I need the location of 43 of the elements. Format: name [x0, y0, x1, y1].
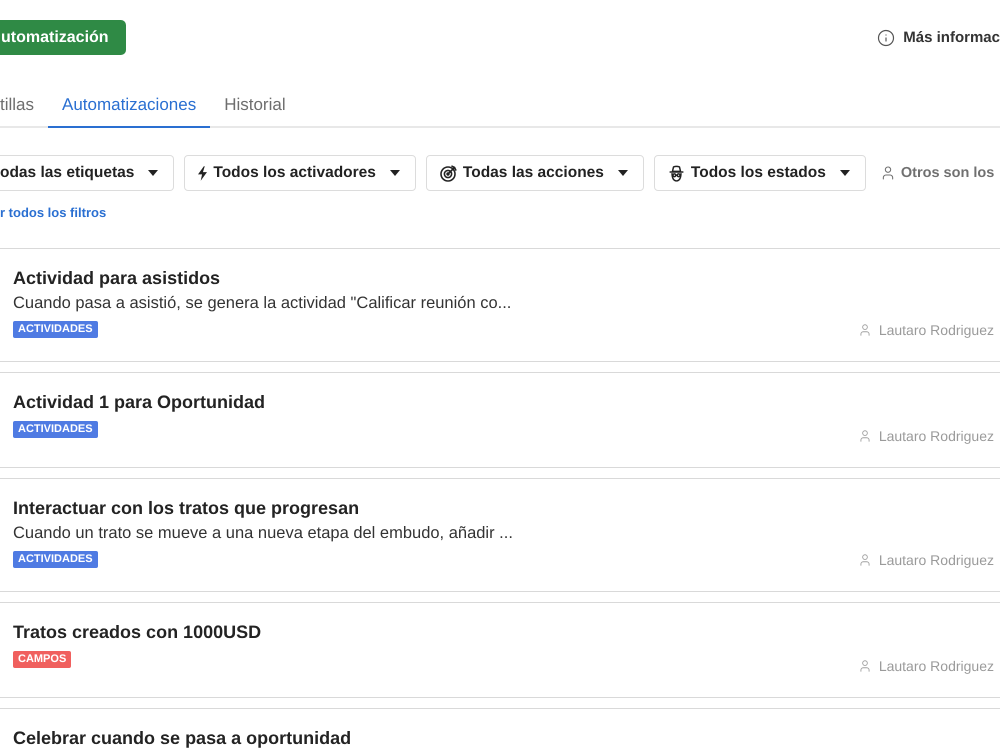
person-icon [858, 323, 872, 337]
more-info-link[interactable]: Más informac [877, 28, 1000, 46]
automation-card[interactable]: Celebrar cuando se pasa a oportunidad [0, 708, 1000, 750]
filter-dropdown[interactable]: Todas las acciones [426, 155, 644, 191]
filter-dropdown[interactable]: Todos los activadores [184, 155, 416, 191]
info-icon [877, 28, 896, 46]
automation-title: Actividad para asistidos [13, 268, 222, 289]
filter-dropdown[interactable]: odas las etiquetas [0, 155, 174, 191]
tab[interactable]: Historial [210, 85, 300, 128]
clear-filters-link[interactable]: r todos los filtros [0, 205, 106, 221]
category-tag: ACTIVIDADES [13, 421, 98, 438]
automation-card[interactable]: Actividad para asistidos Cuando pasa a asistió, se genera la actividad "Calificar reunión co... ACTIVIDADES Lautaro Rodriguez [0, 248, 1000, 362]
automation-card[interactable]: Interactuar con los tratos que progresan Cuando un trato se mueve a una nueva etapa del embudo, añadir ... ACTIVIDADES Lautaro Rodriguez [0, 478, 1000, 592]
create-automation-button[interactable]: utomatización [0, 20, 126, 55]
filter-dropdown[interactable]: Todos los estados [654, 155, 866, 191]
owner-filter[interactable]: Otros son los [880, 165, 994, 181]
automation-card[interactable]: Tratos creados con 1000USD CAMPOS Lautaro Rodriguez [0, 602, 1000, 698]
tab[interactable]: Automatizaciones [48, 85, 210, 128]
caret-icon [618, 170, 628, 176]
author-name: Lautaro Rodriguez [878, 658, 994, 674]
automation-card[interactable]: Actividad 1 para Oportunidad ACTIVIDADES Lautaro Rodriguez [0, 372, 1000, 468]
tab[interactable]: tillas [0, 85, 48, 128]
author-name: Lautaro Rodriguez [878, 552, 994, 568]
person-icon [858, 553, 872, 567]
caret-icon [148, 170, 158, 176]
automation-title: Interactuar con los tratos que progresan [13, 498, 360, 519]
category-tag: CAMPOS [13, 651, 72, 668]
person-icon [858, 659, 872, 673]
automation-description: Cuando un trato se mueve a una nueva etapa del embudo, añadir ... [13, 523, 513, 543]
automation-title: Actividad 1 para Oportunidad [13, 392, 266, 413]
caret-icon [390, 170, 400, 176]
person-icon [858, 429, 872, 443]
author-name: Lautaro Rodriguez [878, 322, 994, 338]
category-tag: ACTIVIDADES [13, 321, 98, 338]
caret-icon [840, 170, 850, 176]
target-icon [440, 164, 457, 182]
author-name: Lautaro Rodriguez [878, 428, 994, 444]
lightning-bolt-icon [198, 166, 208, 180]
automation-description: Cuando pasa a asistió, se genera la actividad "Calificar reunión co... [13, 293, 512, 313]
automation-title: Celebrar cuando se pasa a oportunidad [13, 728, 352, 749]
detective-icon [668, 164, 685, 182]
automation-title: Tratos creados con 1000USD [13, 622, 262, 643]
category-tag: ACTIVIDADES [13, 551, 98, 568]
